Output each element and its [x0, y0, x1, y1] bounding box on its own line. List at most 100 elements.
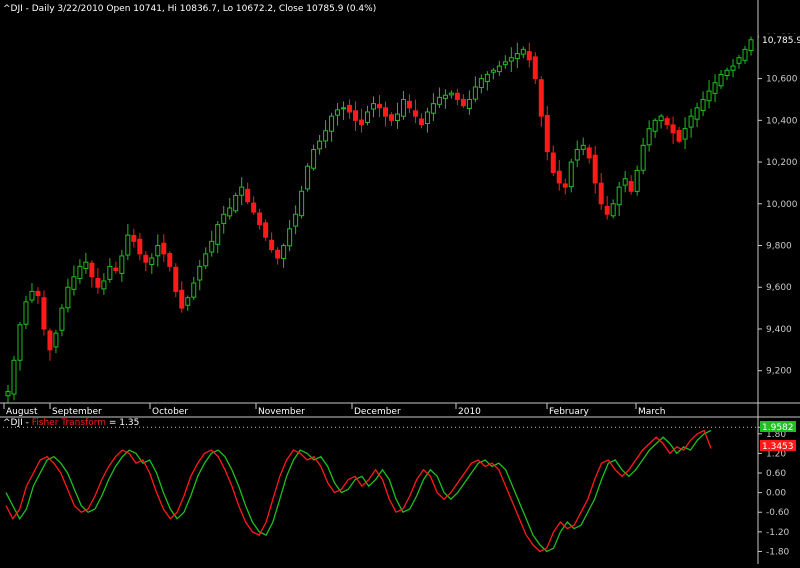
candle-body [430, 103, 436, 114]
candle-body [502, 61, 508, 66]
candle-body [359, 119, 365, 125]
candle-body [388, 114, 394, 121]
candle-body [173, 266, 179, 292]
candle-body [299, 190, 305, 217]
candle-body [742, 48, 748, 61]
candle-body [209, 240, 215, 253]
candle-body [245, 188, 251, 203]
candle-body [293, 213, 299, 227]
indicator-value-badge-red: 1.3453 [760, 440, 796, 452]
indicator-tick-label: 0.00 [766, 489, 786, 499]
indicator-value-badge-green: 1.9582 [760, 421, 796, 433]
candle-body [47, 330, 53, 351]
candle-body [71, 276, 77, 290]
candle-body [179, 289, 185, 309]
candle-body [107, 265, 113, 280]
candle-body [454, 92, 460, 100]
candle-body [406, 100, 412, 109]
candle-body [317, 140, 323, 150]
indicator-tick-label: -0.60 [766, 508, 790, 518]
candle-body [155, 245, 161, 257]
candle-body [676, 130, 682, 142]
candle-body [424, 111, 430, 125]
price-tick-label: 9,600 [766, 283, 792, 293]
price-tick-label: 9,200 [766, 367, 792, 377]
candle-body [263, 222, 269, 238]
candle-body [257, 212, 263, 226]
candle-body [143, 254, 149, 263]
candle-body [532, 56, 538, 80]
indicator-tick-label: -1.20 [766, 528, 790, 538]
candle-body [29, 290, 35, 301]
candle-body [670, 124, 676, 134]
stock-chart: ^DJI - Daily 3/22/2010 Open 10741, Hi 10… [0, 0, 800, 564]
candle-body [185, 297, 191, 306]
candle-body [161, 242, 167, 255]
candle-body [712, 82, 718, 94]
candle-body [628, 181, 634, 192]
candle-body [281, 245, 287, 260]
candle-body [341, 107, 347, 110]
chart-title: ^DJI - Daily 3/22/2010 Open 10741, Hi 10… [3, 4, 376, 14]
candle-body [610, 203, 616, 217]
indicator-title-name: Fisher Transform [32, 418, 106, 428]
candle-body [59, 307, 65, 331]
candle-body [448, 92, 454, 96]
candle-body [598, 182, 604, 205]
candle-body [640, 144, 646, 171]
candle-body [538, 79, 544, 117]
candle-body [514, 53, 520, 59]
candle-body [41, 297, 47, 330]
candle-body [347, 104, 353, 113]
candle-body [460, 98, 466, 107]
candle-body [365, 111, 371, 123]
candle-body [748, 39, 754, 51]
candle-body [496, 65, 502, 73]
candle-body [23, 301, 29, 325]
candle-body [65, 286, 71, 309]
candle-body [580, 144, 586, 150]
indicator-tick-label: 0.60 [766, 469, 786, 479]
candle-body [77, 265, 83, 279]
candle-body [562, 183, 568, 188]
candle-body [89, 262, 95, 278]
candle-body [508, 57, 514, 62]
candle-body [221, 213, 227, 224]
candle-body [269, 239, 275, 251]
candle-body [724, 69, 730, 77]
candle-body [149, 257, 155, 266]
month-label: August [6, 407, 38, 417]
candle-body [353, 110, 359, 121]
price-tick-label: 10,600 [766, 75, 798, 85]
price-candle [305, 163, 311, 192]
indicator-title: ^DJI - Fisher Transform = 1.35 [3, 418, 139, 428]
candle-body [604, 205, 610, 215]
price-tick-label: 10,200 [766, 158, 798, 168]
candle-body [442, 94, 448, 99]
candle-body [664, 118, 670, 125]
candle-body [377, 103, 382, 109]
candle-body [5, 391, 11, 397]
candle-body [682, 128, 688, 140]
candle-body [203, 253, 209, 267]
candle-body [706, 90, 712, 102]
candle-body [329, 115, 335, 132]
candle-body [694, 107, 700, 120]
candle-body [275, 249, 281, 259]
candle-body [371, 103, 377, 110]
candle-body [227, 207, 233, 217]
candle-body [472, 86, 478, 100]
candle-body [35, 290, 41, 297]
candle-body [197, 265, 203, 281]
candle-body [484, 73, 490, 83]
price-tick-label: 10,000 [766, 200, 798, 210]
month-label: September [52, 407, 102, 417]
candle-body [586, 147, 592, 159]
chart-canvas: ^DJI - Daily 3/22/2010 Open 10741, Hi 10… [0, 0, 800, 564]
candle-body [239, 186, 245, 196]
candle-body [550, 152, 556, 173]
candle-body [568, 161, 574, 188]
candle-body [730, 65, 736, 71]
last-price-label: 10,785.9 [762, 36, 800, 46]
candle-body [131, 234, 137, 242]
